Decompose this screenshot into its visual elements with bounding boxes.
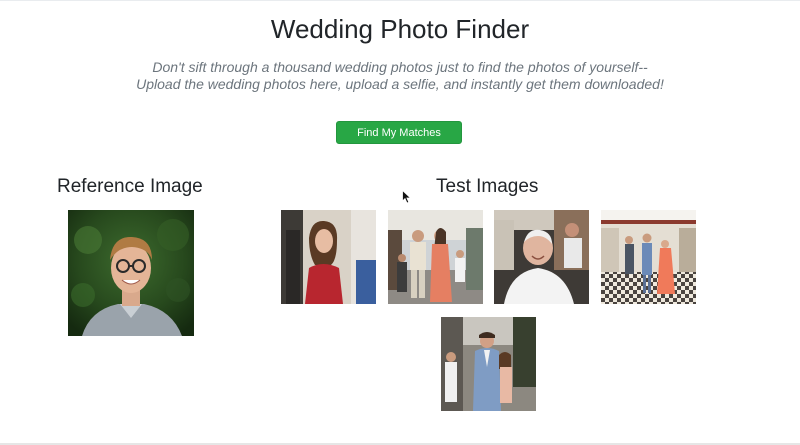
top-border — [0, 0, 800, 1]
test-image-2 — [388, 210, 483, 304]
mouse-pointer-icon — [402, 190, 412, 204]
reference-image — [68, 210, 194, 336]
page-title: Wedding Photo Finder — [270, 14, 530, 44]
test-image-5 — [441, 317, 536, 411]
subtitle-line-2: Upload the wedding photos here, upload a… — [136, 76, 664, 92]
page-subtitle: Don't sift through a thousand wedding ph… — [0, 59, 800, 93]
test-images-heading: Test Images — [436, 176, 539, 197]
find-my-matches-button[interactable]: Find My Matches — [336, 121, 462, 144]
reference-image-heading: Reference Image — [57, 176, 203, 197]
test-image-1 — [281, 210, 376, 304]
test-image-3 — [494, 210, 589, 304]
subtitle-line-1: Don't sift through a thousand wedding ph… — [152, 59, 648, 75]
test-image-4 — [601, 210, 696, 304]
